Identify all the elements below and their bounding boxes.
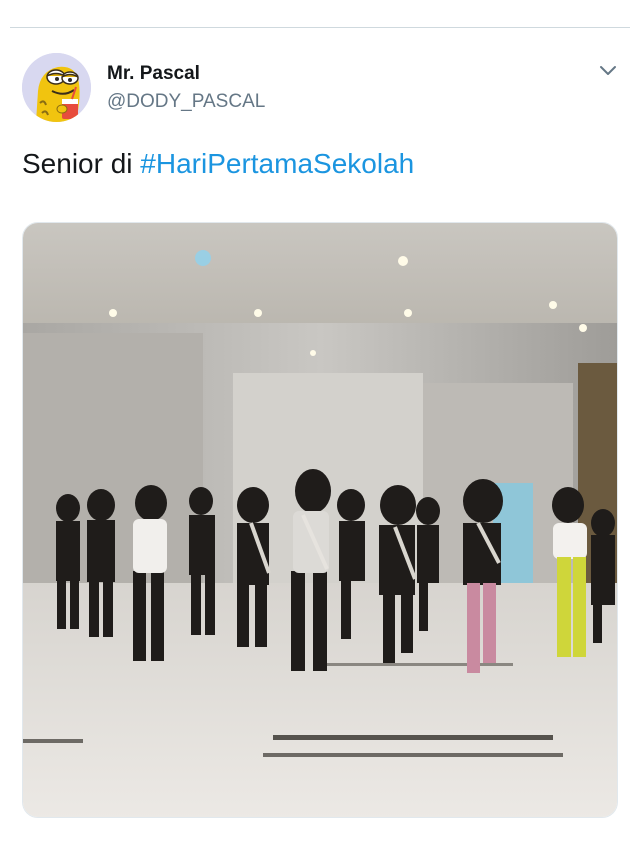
dance-video-thumbnail-icon [23, 223, 617, 817]
hashtag-link[interactable]: #HariPertamaSekolah [140, 148, 414, 179]
tweet-text-prefix: Senior di [22, 148, 141, 179]
tweet-menu-button[interactable] [597, 62, 619, 80]
display-name[interactable]: Mr. Pascal [107, 63, 265, 85]
user-handle[interactable]: @DODY_PASCAL [107, 91, 265, 113]
media-video[interactable] [22, 222, 618, 818]
tweet-text: Senior di #HariPertamaSekolah [22, 146, 414, 182]
author-block: Mr. Pascal @DODY_PASCAL [107, 63, 265, 113]
chevron-down-icon [600, 66, 616, 75]
tweet-card: Mr. Pascal @DODY_PASCAL Senior di #HariP… [0, 0, 640, 853]
avatar[interactable] [22, 53, 91, 122]
cartoon-fish-avatar-icon [22, 53, 91, 122]
